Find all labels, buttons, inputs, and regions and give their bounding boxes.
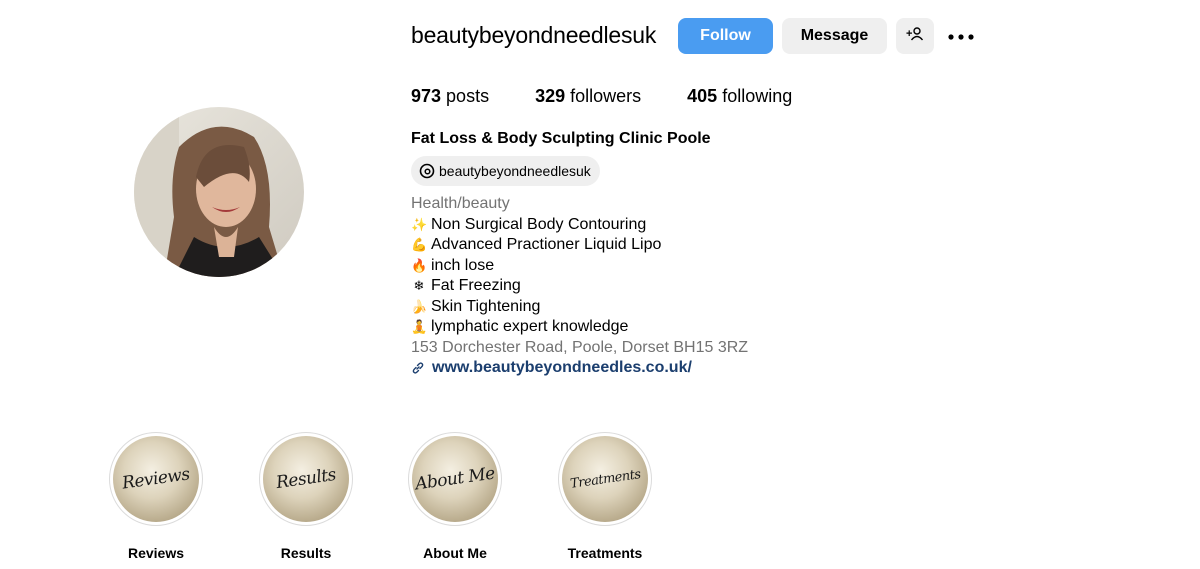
following-link[interactable]: 405 following [687,86,792,107]
meditation-icon: 🧘 [411,319,428,334]
website-link[interactable]: www.beautybeyondneedles.co.uk/ [411,358,1011,379]
bio-line: 🔥 inch lose [411,256,1011,277]
flexed-arm-icon: 💪 [411,237,428,252]
bio-line: 🧘 lymphatic expert knowledge [411,317,1011,338]
more-options-button[interactable] [944,24,978,48]
highlight-cover-text: Treatments [568,466,642,492]
threads-handle: beautybeyondneedlesuk [439,163,591,179]
bio-line: ✨ Non Surgical Body Contouring [411,215,1011,236]
bio-line-text: Non Surgical Body Contouring [431,215,647,233]
bio-line: ❄ Fat Freezing [411,276,1011,297]
posts-label: posts [441,86,490,106]
highlight-cover-text: Results [274,464,338,494]
followers-link[interactable]: 329 followers [535,86,641,107]
following-number: 405 [687,86,718,106]
highlight-image: Reviews [113,436,199,522]
link-icon [411,361,425,375]
bio-line-text: lymphatic expert knowledge [431,318,629,335]
highlight-cover: Treatments [558,432,652,526]
followers-number: 329 [535,86,566,106]
follow-button[interactable]: Follow [678,18,773,54]
bio-line: 🍌 Skin Tightening [411,297,1011,318]
highlight-about-me[interactable]: About Me About Me [407,432,503,561]
posts-number: 973 [411,86,442,106]
bio-line-text: Skin Tightening [431,297,541,315]
svg-text:+: + [906,28,912,40]
highlight-cover-text: Reviews [121,464,191,494]
banana-icon: 🍌 [411,298,428,314]
highlight-cover: Reviews [109,432,203,526]
website-url: www.beautybeyondneedles.co.uk/ [432,359,692,376]
profile-avatar[interactable] [134,107,304,277]
highlight-label: Results [280,545,332,561]
highlight-reviews[interactable]: Reviews Reviews [108,432,204,561]
profile-username: beautybeyondneedlesuk [411,22,657,48]
highlight-image: Treatments [562,436,648,522]
more-options-icon [948,27,974,45]
bio-line-text: Fat Freezing [431,277,521,294]
highlight-results[interactable]: Results Results [258,432,354,561]
add-user-icon: + [906,26,924,47]
threads-icon [419,163,435,179]
posts-count: 973 posts [411,86,489,107]
profile-full-name: Fat Loss & Body Sculpting Clinic Poole [411,130,711,147]
highlight-treatments[interactable]: Treatments Treatments [557,432,653,561]
fire-icon: 🔥 [411,257,428,273]
threads-badge[interactable]: beautybeyondneedlesuk [411,156,600,186]
highlight-label: Treatments [567,545,643,561]
highlight-cover: About Me [408,432,502,526]
snowflake-icon: ❄ [413,278,425,293]
suggested-users-button[interactable]: + [896,18,934,54]
highlight-cover: Results [259,432,353,526]
profile-address: 153 Dorchester Road, Poole, Dorset BH15 … [411,338,749,356]
highlight-label: Reviews [127,545,185,561]
profile-bio: Fat Loss & Body Sculpting Clinic Poole b… [411,130,1011,379]
followers-label: followers [565,86,642,106]
bio-line-text: Advanced Practioner Liquid Lipo [431,236,662,253]
highlight-label: About Me [423,545,487,561]
profile-stats: 973 posts 329 followers 405 following [411,86,838,107]
highlight-image: Results [263,436,349,522]
bio-line: 💪 Advanced Practioner Liquid Lipo [411,235,1011,256]
sparkles-icon: ✨ [411,216,428,232]
message-button[interactable]: Message [782,18,887,54]
bio-line-text: inch lose [431,256,495,274]
highlight-image: About Me [412,436,498,522]
profile-category: Health/beauty [411,195,510,212]
highlight-cover-text: About Me [413,463,497,495]
following-label: following [717,86,793,106]
